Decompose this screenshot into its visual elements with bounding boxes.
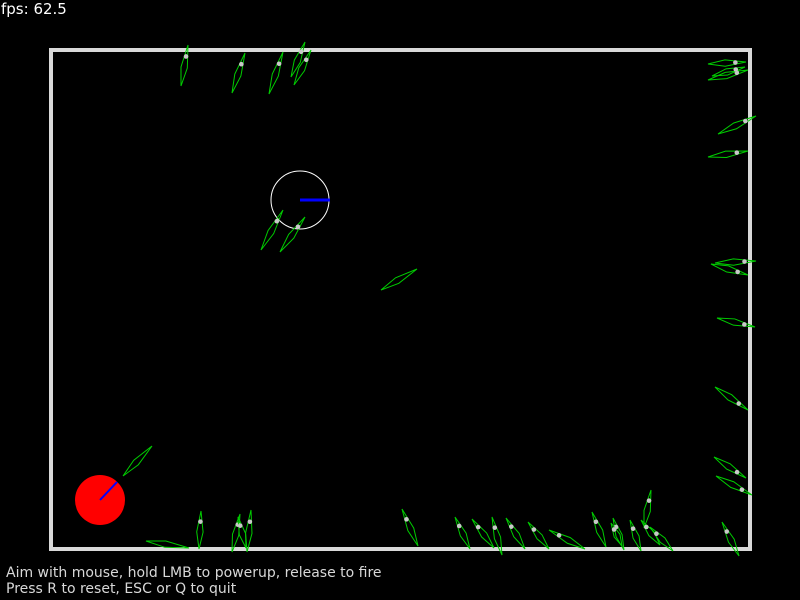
arrow-hit-marker	[733, 60, 738, 65]
arrow-projectile	[231, 52, 246, 94]
arrow-projectile	[714, 386, 749, 411]
arrow-projectile	[629, 519, 642, 552]
arrow-hit-marker	[247, 519, 253, 525]
arrow-projectile	[713, 456, 747, 479]
arrow-projectile	[196, 510, 204, 550]
arrow-hit-marker	[183, 54, 189, 59]
arrow-hit-marker	[646, 498, 652, 503]
arrow-projectile	[380, 268, 418, 291]
arrow-projectile	[401, 508, 419, 547]
arrow-hit-marker	[736, 401, 742, 406]
arrow-projectile	[454, 516, 471, 550]
arrow-hit-marker	[475, 524, 481, 530]
arrow-projectile	[505, 517, 526, 550]
arrow-hit-marker	[239, 61, 244, 67]
arrow-hit-marker	[742, 322, 747, 327]
arrow-hit-marker	[556, 533, 562, 538]
arrow-hit-marker	[531, 527, 537, 532]
arrow-projectiles	[122, 41, 757, 557]
arrow-projectile	[707, 150, 749, 158]
instructions-panel: Aim with mouse, hold LMB to powerup, rel…	[6, 565, 382, 597]
arrow-projectile	[260, 209, 284, 251]
arrow-hit-marker	[630, 526, 636, 531]
arrow-hit-marker	[198, 519, 203, 524]
arrow-hit-marker	[733, 67, 739, 72]
arrow-hit-marker	[295, 224, 301, 230]
instruction-line-controls: Press R to reset, ESC or Q to quit	[6, 581, 237, 597]
arrow-hit-marker	[298, 49, 304, 55]
arrow-hit-marker	[404, 517, 409, 522]
arrow-hit-marker	[654, 531, 659, 537]
arena-wall	[49, 48, 752, 551]
arrow-projectile	[591, 511, 607, 548]
arrow-hit-marker	[742, 259, 747, 264]
arrow-hit-marker	[237, 523, 243, 528]
arrow-projectile	[548, 529, 586, 550]
arrow-projectile	[527, 521, 550, 550]
arrow-projectile	[122, 445, 153, 477]
arrow-projectile	[279, 216, 306, 253]
arrow-hit-marker	[303, 57, 309, 63]
arrow-projectile	[471, 518, 495, 549]
arrow-hit-marker	[611, 527, 617, 532]
arrow-hit-marker	[276, 61, 282, 67]
arrow-projectile	[145, 540, 190, 549]
arrow-projectile	[710, 263, 749, 276]
arrow-hit-marker	[509, 524, 514, 529]
arrow-hit-marker	[735, 269, 740, 275]
arrow-hit-marker	[492, 525, 498, 530]
arrow-hit-marker	[734, 469, 740, 475]
game-canvas[interactable]	[0, 0, 800, 600]
arrow-projectile	[711, 66, 746, 77]
arrow-hit-marker	[739, 487, 745, 492]
arrow-projectile	[268, 51, 284, 95]
arrow-projectile	[715, 475, 753, 496]
arrow-hit-marker	[644, 524, 649, 530]
arrow-projectile	[643, 489, 652, 529]
arrow-hit-marker	[456, 523, 462, 529]
arrow-hit-marker	[734, 150, 740, 155]
arrow-hit-marker	[593, 519, 599, 525]
arrow-hit-marker	[724, 529, 730, 534]
arrow-hit-marker	[274, 218, 280, 224]
instruction-line-aim: Aim with mouse, hold LMB to powerup, rel…	[6, 565, 382, 581]
arrow-projectile	[245, 509, 253, 553]
arrow-hit-marker	[743, 118, 748, 124]
arrow-projectile	[707, 59, 747, 67]
